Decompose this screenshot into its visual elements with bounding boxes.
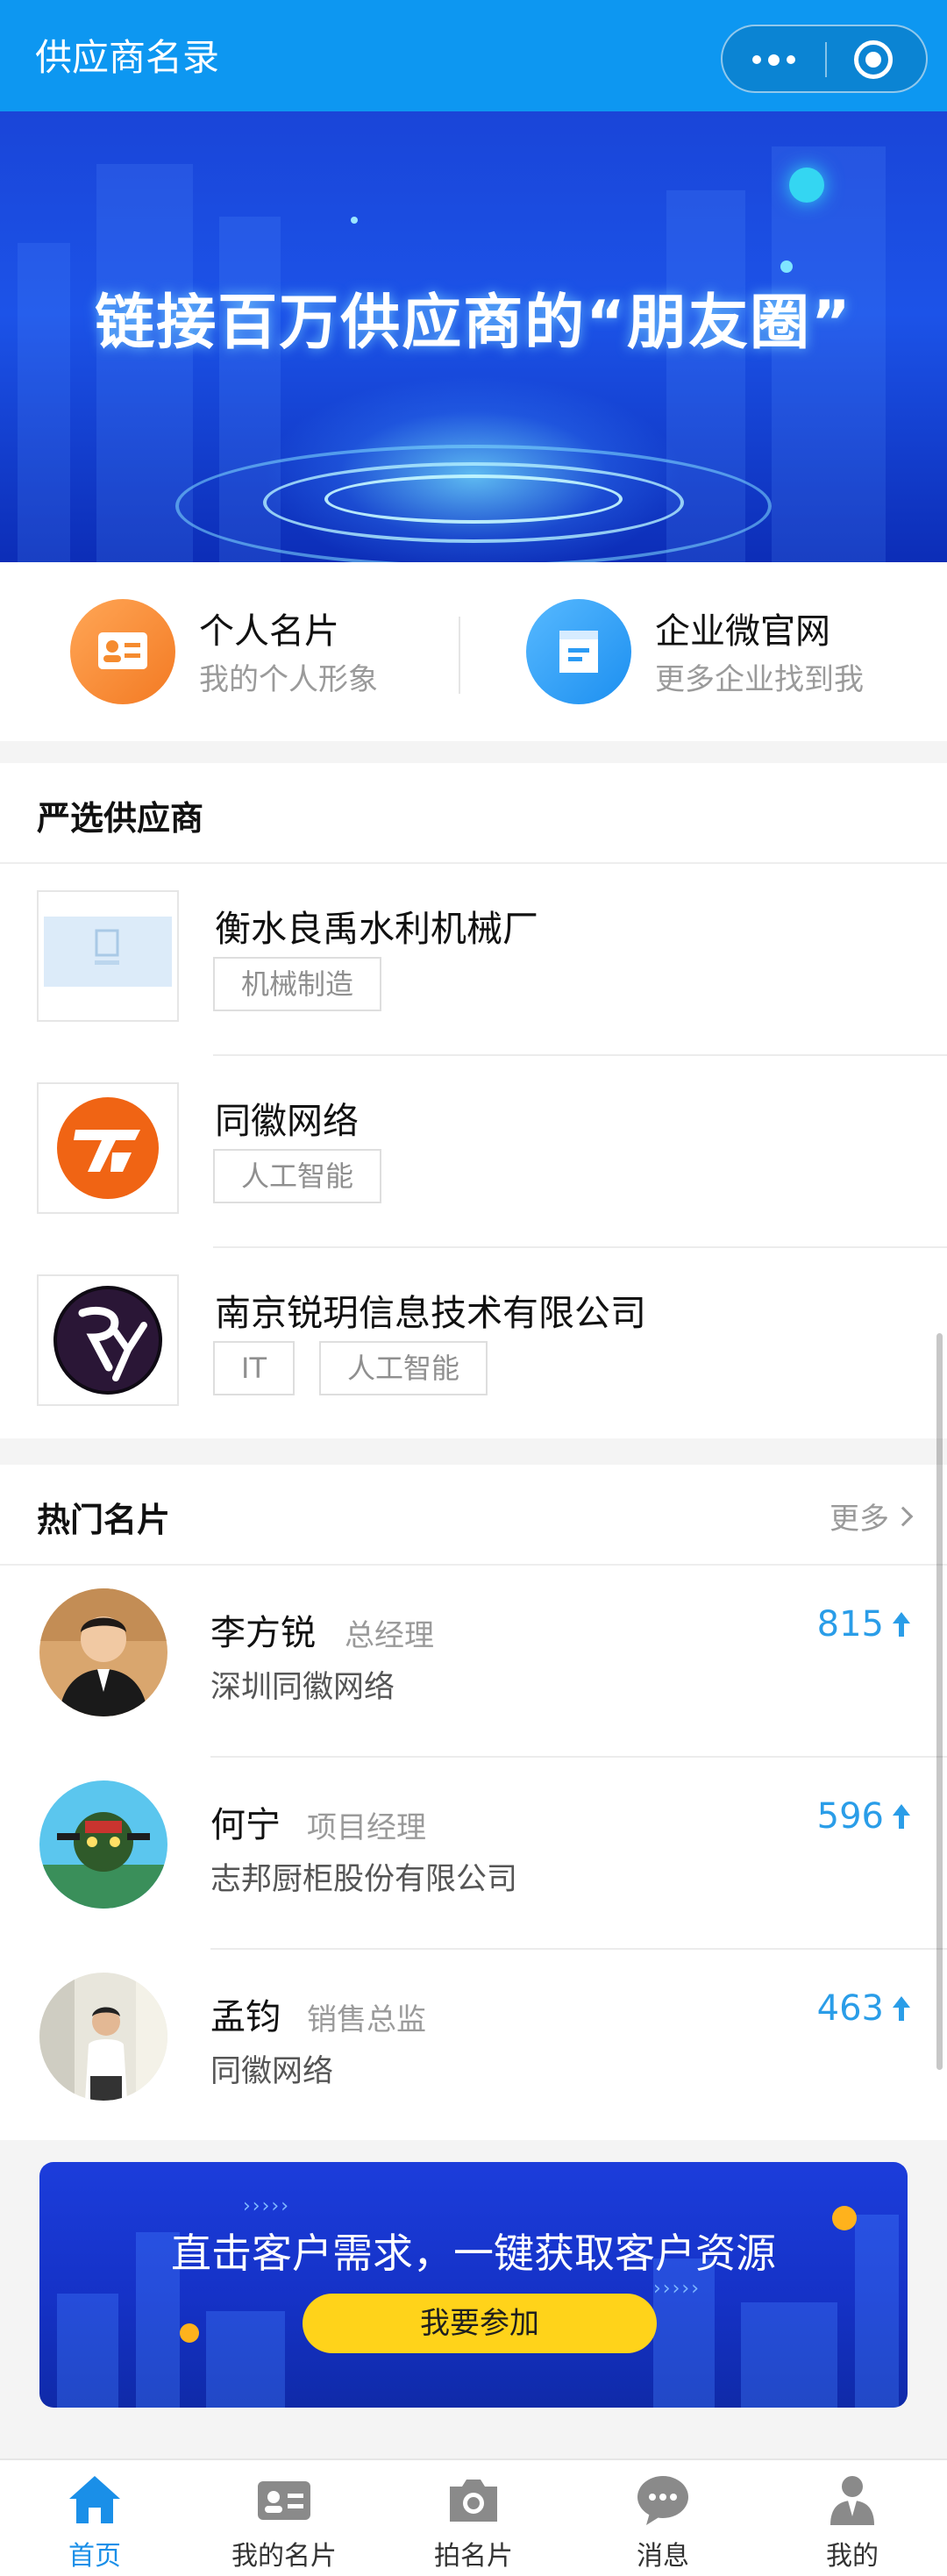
platform-ring	[324, 475, 623, 524]
popularity-score: 463	[817, 1988, 910, 2029]
glow-dot	[180, 2323, 199, 2343]
card-icon	[258, 2481, 310, 2520]
tab-bar: 首页 我的名片 拍名片 消息 我的	[0, 2458, 947, 2576]
popularity-score: 815	[817, 1604, 910, 1645]
chevron-right-icon	[893, 1506, 914, 1526]
avatar	[39, 1780, 167, 1909]
supplier-item[interactable]: 南京锐玥信息技术有限公司 IT 人工智能	[0, 1248, 947, 1440]
tab-home[interactable]: 首页	[0, 2460, 189, 2576]
glow-dot	[351, 217, 358, 224]
chevron-decoration: ›››››	[243, 2195, 290, 2217]
industry-tag: IT	[213, 1341, 295, 1395]
person-company: 同徽网络	[210, 2054, 334, 2089]
document-icon	[526, 599, 631, 704]
banner-decoration	[741, 2302, 837, 2408]
tab-label: 消息	[637, 2541, 689, 2572]
more-menu-button[interactable]	[723, 26, 825, 93]
capsule-divider	[825, 42, 827, 77]
avatar	[39, 1588, 167, 1716]
tab-label: 拍名片	[434, 2541, 513, 2572]
banner-decoration	[57, 2294, 118, 2408]
more-link[interactable]: 更多	[830, 1495, 914, 1538]
promo-headline: 直击客户需求，一键获取客户资源	[171, 2230, 776, 2277]
score-value: 596	[816, 1796, 884, 1837]
tab-scan-card[interactable]: 拍名片	[379, 2460, 568, 2576]
tab-label: 我的名片	[231, 2541, 337, 2572]
camera-icon	[450, 2480, 497, 2522]
person-name: 何宁	[210, 1805, 281, 1845]
entry-name: 个人名片	[199, 611, 339, 652]
tab-label: 首页	[68, 2541, 121, 2572]
supplier-tags: IT 人工智能	[213, 1341, 488, 1395]
entry-divider	[459, 617, 460, 694]
person-position: 总经理	[345, 1618, 434, 1653]
tab-messages[interactable]: 消息	[568, 2460, 758, 2576]
card-item[interactable]: 何宁 项目经理 志邦厨柜股份有限公司 596	[0, 1758, 947, 1950]
personal-card-entry[interactable]: 个人名片 我的个人形象	[70, 599, 438, 704]
supplier-tags: 机械制造	[213, 957, 382, 1011]
person-position: 销售总监	[307, 2002, 426, 2037]
profile-icon	[830, 2476, 874, 2525]
supplier-section: 严选供应商 衡水良禹水利机械厂 机械制造 同徽网络 人工智能 南京锐玥信息技术有…	[0, 763, 947, 1438]
person-name: 孟钧	[210, 1997, 281, 2037]
glow-dot	[789, 168, 824, 203]
section-title: 热门名片	[37, 1501, 171, 1539]
supplier-logo	[37, 890, 179, 1022]
entry-name: 企业微官网	[655, 611, 830, 652]
card-item[interactable]: 李方锐 总经理 深圳同徽网络 815	[0, 1566, 947, 1758]
person-position: 项目经理	[307, 1810, 426, 1845]
arrow-up-icon	[893, 1996, 910, 2021]
page-title: 供应商名录	[35, 36, 220, 79]
banner-decoration	[206, 2311, 285, 2408]
score-value: 815	[816, 1604, 884, 1645]
supplier-name: 南京锐玥信息技术有限公司	[215, 1292, 646, 1334]
entry-desc: 更多企业找到我	[655, 662, 864, 697]
join-button[interactable]: 我要参加	[303, 2294, 657, 2353]
arrow-up-icon	[893, 1612, 910, 1637]
chevron-decoration: ›››››	[653, 2278, 701, 2300]
quick-entry-panel: 个人名片 我的个人形象 企业微官网 更多企业找到我	[0, 562, 947, 741]
card-item[interactable]: 孟钧 销售总监 同徽网络 463	[0, 1950, 947, 2142]
section-title: 严选供应商	[37, 799, 204, 838]
message-icon	[637, 2476, 688, 2525]
id-card-icon	[70, 599, 175, 704]
mini-program-capsule	[721, 25, 928, 93]
tab-my-card[interactable]: 我的名片	[189, 2460, 379, 2576]
more-label: 更多	[830, 1502, 889, 1537]
supplier-name: 衡水良禹水利机械厂	[215, 908, 538, 950]
glow-dot	[780, 260, 793, 273]
tab-label: 我的	[826, 2541, 879, 2572]
dot-icon	[787, 55, 795, 64]
person-company: 志邦厨柜股份有限公司	[210, 1862, 518, 1897]
dot-icon	[752, 55, 761, 64]
supplier-logo	[37, 1082, 179, 1214]
avatar	[39, 1973, 167, 2101]
enterprise-site-entry[interactable]: 企业微官网 更多企业找到我	[526, 599, 912, 704]
navigation-bar: 供应商名录	[0, 0, 947, 111]
supplier-item[interactable]: 衡水良禹水利机械厂 机械制造	[0, 864, 947, 1056]
popularity-score: 596	[817, 1796, 910, 1837]
scrollbar[interactable]	[936, 1333, 943, 2070]
close-program-icon[interactable]	[854, 40, 893, 79]
supplier-tags: 人工智能	[213, 1149, 382, 1203]
supplier-logo	[37, 1274, 179, 1406]
promo-banner[interactable]: ››››› ››››› 直击客户需求，一键获取客户资源 我要参加	[39, 2162, 908, 2408]
dot-icon	[768, 54, 780, 66]
person-name: 李方锐	[210, 1613, 316, 1653]
score-value: 463	[816, 1988, 884, 2029]
tab-profile[interactable]: 我的	[758, 2460, 947, 2576]
hero-banner[interactable]: 链接百万供应商的“朋友圈”	[0, 111, 947, 562]
supplier-item[interactable]: 同徽网络 人工智能	[0, 1056, 947, 1248]
industry-tag: 机械制造	[213, 957, 382, 1011]
supplier-name: 同徽网络	[215, 1100, 359, 1142]
arrow-up-icon	[893, 1804, 910, 1829]
home-icon	[69, 2476, 120, 2523]
industry-tag: 人工智能	[213, 1149, 382, 1203]
person-company: 深圳同徽网络	[210, 1670, 395, 1705]
entry-desc: 我的个人形象	[199, 662, 378, 697]
industry-tag: 人工智能	[318, 1341, 488, 1395]
hot-cards-section: 热门名片 更多 李方锐 总经理 深圳同徽网络 815 何宁 项目经理 志邦厨柜股…	[0, 1465, 947, 2140]
banner-headline: 链接百万供应商的“朋友圈”	[95, 289, 852, 358]
